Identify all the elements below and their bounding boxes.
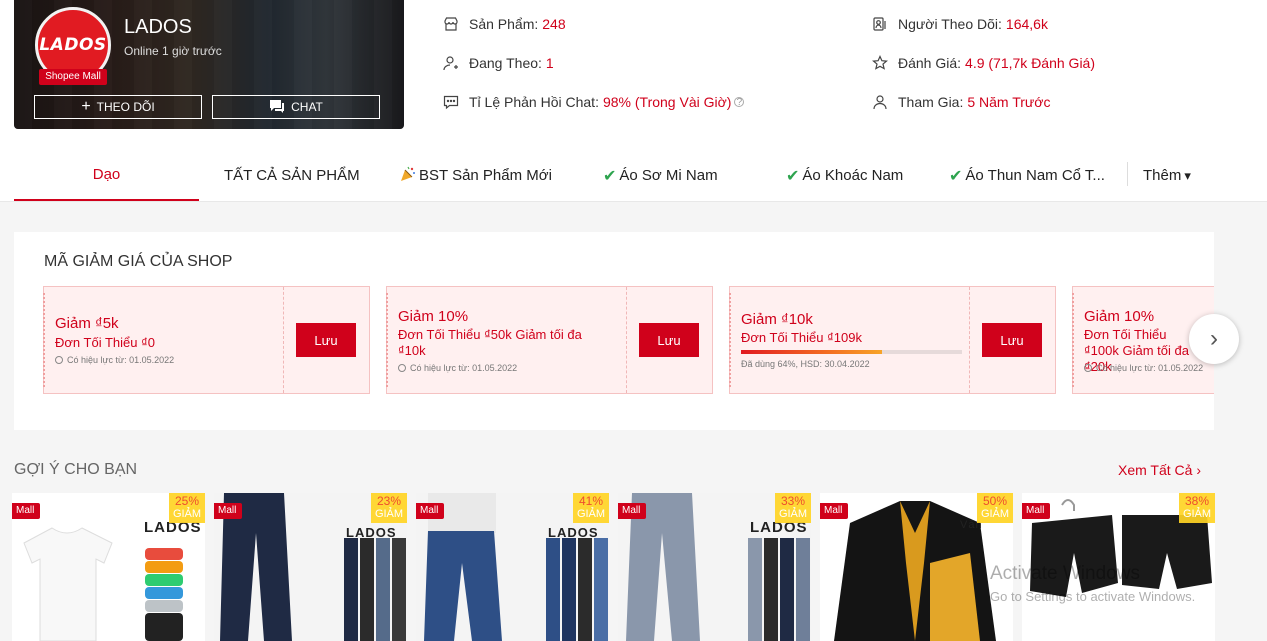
party-popper-icon xyxy=(399,165,417,187)
voucher-card: Giảm ₫10k Đơn Tối Thiểu ₫109k Đã dùng 64… xyxy=(729,286,1056,394)
check-icon: ✔ xyxy=(949,167,963,185)
check-icon: ✔ xyxy=(786,167,800,185)
store-icon xyxy=(442,15,460,33)
stat-products: Sản Phẩm: 248 xyxy=(442,15,566,33)
voucher-discount: Giảm 10% xyxy=(1084,308,1155,325)
clock-icon xyxy=(398,364,406,372)
voucher-card: Giảm 10% Đơn Tối Thiểu ₫50k Giảm tối đa … xyxy=(386,286,713,394)
product-card[interactable]: LADOS Mall 25% GIẢM xyxy=(12,493,205,641)
chat-button[interactable]: CHAT xyxy=(212,95,380,119)
tab-more[interactable]: Thêm ▾ xyxy=(1143,150,1213,201)
voucher-min-order: Đơn Tối Thiểu ₫0 xyxy=(55,335,155,350)
star-icon xyxy=(871,54,889,72)
shop-header: LADOS Shopee Mall LADOS Online 1 giờ trư… xyxy=(0,0,1267,202)
followers-count: 164,6k xyxy=(1005,16,1048,32)
discount-badge: 50% GIẢM xyxy=(977,493,1013,523)
voucher-min-order: Đơn Tối Thiểu ₫50k Giảm tối đa ₫10k xyxy=(398,327,582,358)
response-rate-value: 98% (Trong Vài Giờ) xyxy=(602,94,732,110)
check-icon: ✔ xyxy=(603,167,617,185)
voucher-validity: Đã dùng 64%, HSD: 30.04.2022 xyxy=(741,359,870,369)
joined-value: 5 Năm Trước xyxy=(967,94,1051,110)
follow-button[interactable]: + THEO DÕI xyxy=(34,95,202,119)
discount-badge: 38% GIẢM xyxy=(1179,493,1215,523)
tab-dao[interactable]: Dạo xyxy=(14,150,199,201)
tab-dress-shirts[interactable]: ✔ Áo Sơ Mi Nam xyxy=(603,150,773,201)
save-voucher-button[interactable]: Lưu xyxy=(982,323,1042,357)
help-icon[interactable]: ? xyxy=(734,97,745,108)
product-card[interactable]: LADOS Mall 41% GIẢM xyxy=(416,493,609,641)
brand-text: LADOS xyxy=(548,525,599,540)
voucher-discount: Giảm 10% xyxy=(398,308,469,325)
shop-vouchers-section: MÃ GIẢM GIÁ CỦA SHOP Giảm ₫5k Đơn Tối Th… xyxy=(14,232,1214,430)
rating-value: 4.9 (71,7k Đánh Giá) xyxy=(965,55,1096,71)
voucher-discount: Giảm ₫10k xyxy=(741,311,813,328)
clock-icon xyxy=(55,356,63,364)
chat-bubble-icon xyxy=(442,93,460,111)
shop-online-status: Online 1 giờ trước xyxy=(124,44,222,58)
mall-badge: Mall xyxy=(416,503,445,519)
products-count: 248 xyxy=(542,16,566,32)
product-card[interactable]: LADOS Mall 33% GIẢM xyxy=(618,493,811,641)
followers-icon xyxy=(871,15,889,33)
mall-badge: Mall xyxy=(12,503,41,519)
product-card[interactable]: Văn Mall 50% GIẢM xyxy=(820,493,1013,641)
product-card[interactable]: LADOS Mall 23% GIẢM xyxy=(214,493,407,641)
voucher-usage-bar xyxy=(741,350,962,354)
voucher-validity: Có hiệu lực từ: 01.05.2022 xyxy=(55,355,174,365)
suggestions-title: GỢI Ý CHO BẠN xyxy=(14,461,138,478)
stat-joined: Tham Gia: 5 Năm Trước xyxy=(871,93,1050,111)
mall-badge: Mall xyxy=(1022,503,1051,519)
mall-badge: Mall xyxy=(214,503,243,519)
save-voucher-button[interactable]: Lưu xyxy=(639,323,699,357)
stat-response-rate: Tỉ Lệ Phản Hồi Chat: 98% (Trong Vài Giờ)… xyxy=(442,93,745,111)
chevron-down-icon: ▾ xyxy=(1184,167,1191,183)
voucher-discount: Giảm ₫5k xyxy=(55,315,119,332)
stat-rating: Đánh Giá: 4.9 (71,7k Đánh Giá) xyxy=(871,54,1095,72)
windows-activation-hint: Go to Settings to activate Windows. xyxy=(990,589,1196,604)
logo-text: LADOS xyxy=(39,35,107,55)
tab-all-products[interactable]: TẤT CẢ SẢN PHẨM xyxy=(224,150,384,201)
shop-name: LADOS xyxy=(124,16,192,38)
follow-label: THEO DÕI xyxy=(96,100,155,114)
windows-activation-watermark: Activate Windows xyxy=(990,563,1140,584)
next-voucher-button[interactable]: › xyxy=(1189,314,1239,364)
mall-badge: Mall xyxy=(618,503,647,519)
brand-text: LADOS xyxy=(346,525,397,540)
chat-label: CHAT xyxy=(291,100,323,114)
shopee-mall-badge: Shopee Mall xyxy=(39,69,107,85)
stat-following: Đang Theo: 1 xyxy=(442,54,554,72)
discount-badge: 41% GIẢM xyxy=(573,493,609,523)
clock-icon xyxy=(1084,364,1092,372)
plus-icon: + xyxy=(81,98,91,115)
vouchers-title: MÃ GIẢM GIÁ CỦA SHOP xyxy=(44,253,233,270)
tab-polo-tshirts[interactable]: ✔ Áo Thun Nam Cổ T... xyxy=(949,150,1119,201)
following-count: 1 xyxy=(545,55,554,71)
voucher-validity: Có hiệu lực từ: 01.05.2022 xyxy=(1084,363,1203,373)
chevron-right-icon: › xyxy=(1210,325,1218,352)
chat-icon xyxy=(269,99,285,116)
save-voucher-button[interactable]: Lưu xyxy=(296,323,356,357)
discount-badge: 23% GIẢM xyxy=(371,493,407,523)
voucher-min-order: Đơn Tối Thiểu ₫109k xyxy=(741,330,862,345)
shop-card: LADOS Shopee Mall LADOS Online 1 giờ trư… xyxy=(14,0,404,129)
user-icon xyxy=(871,93,889,111)
discount-badge: 33% GIẢM xyxy=(775,493,811,523)
stat-followers: Người Theo Dõi: 164,6k xyxy=(871,15,1048,33)
tab-new-collection[interactable]: BST Sản Phẩm Mới xyxy=(399,150,579,201)
user-plus-icon xyxy=(442,54,460,72)
voucher-validity: Có hiệu lực từ: 01.05.2022 xyxy=(398,363,517,373)
see-all-link[interactable]: Xem Tất Cả › xyxy=(1118,462,1201,478)
voucher-card: Giảm ₫5k Đơn Tối Thiểu ₫0 Có hiệu lực từ… xyxy=(43,286,370,394)
shop-nav-tabs: Dạo TẤT CẢ SẢN PHẨM BST Sản Phẩm Mới ✔ Á… xyxy=(14,150,1220,202)
discount-badge: 25% GIẢM xyxy=(169,493,205,523)
mall-badge: Mall xyxy=(820,503,849,519)
tab-jackets[interactable]: ✔ Áo Khoác Nam xyxy=(786,150,956,201)
